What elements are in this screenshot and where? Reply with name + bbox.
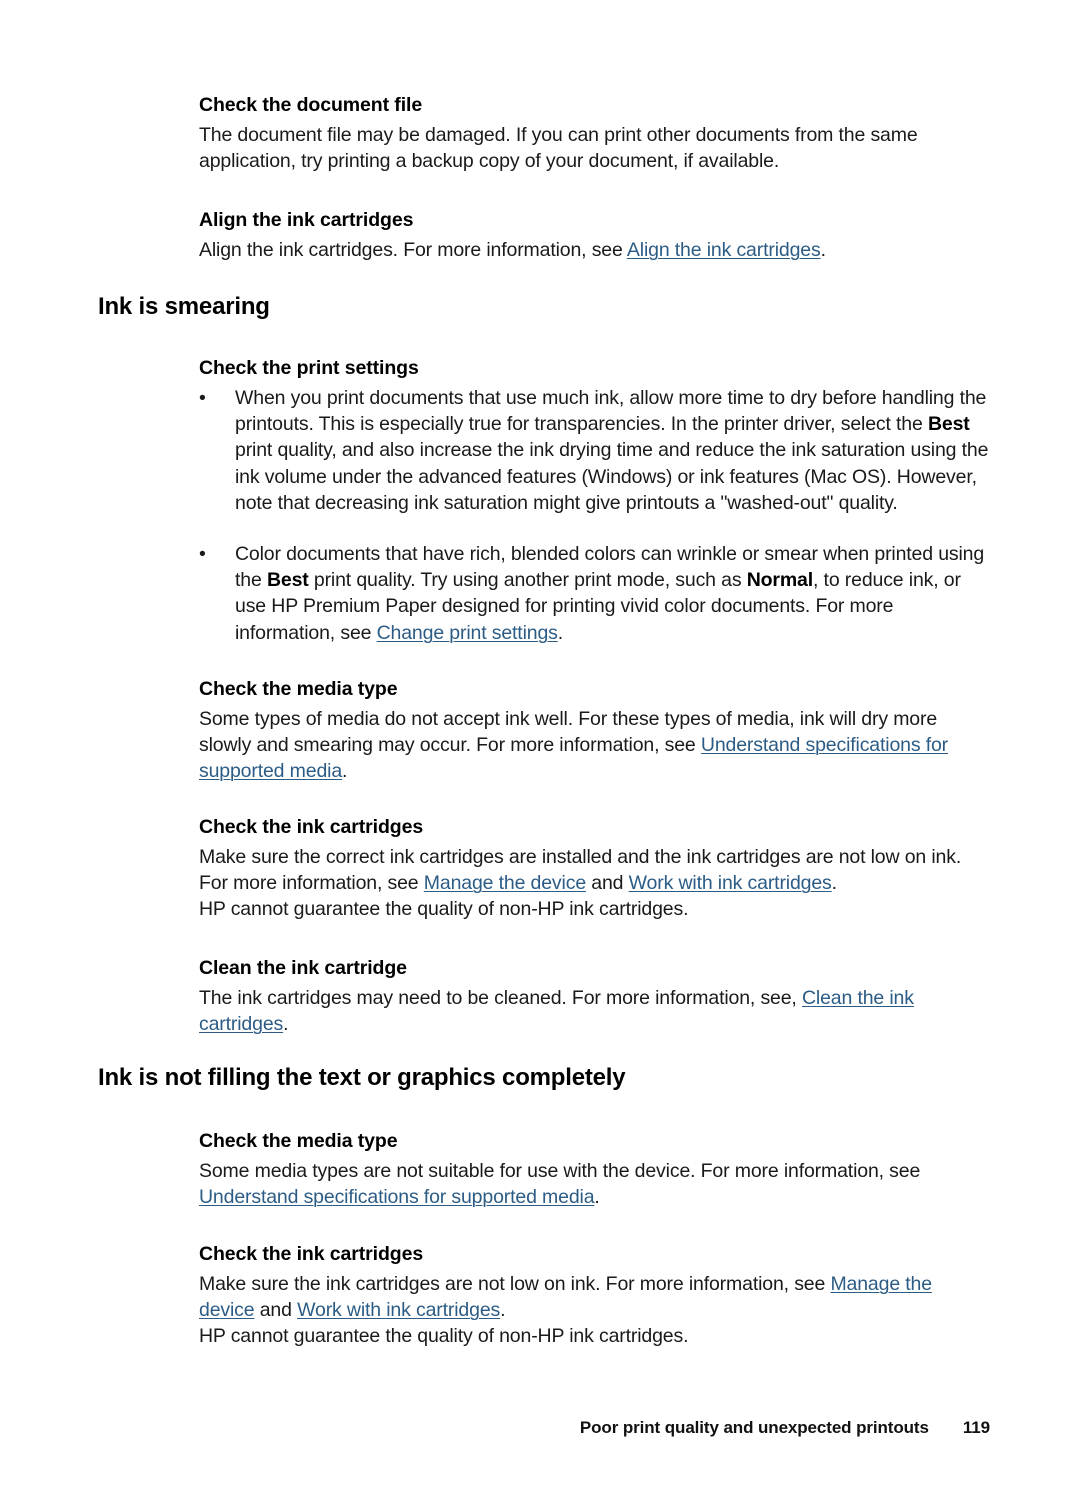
document-file-line-2: application, try printing a backup copy …	[199, 150, 780, 173]
paragraph-clean-the-ink-cartridge: The ink cartridges may need to be cleane…	[199, 985, 991, 1037]
heading-ink-is-not-filling: Ink is not filling the text or graphics …	[98, 1064, 626, 1091]
heading-ink-is-smearing: Ink is smearing	[98, 293, 270, 320]
link-understand-specifications-for-supported-media[interactable]: Understand specifications for supported …	[199, 1186, 595, 1208]
heading-check-the-document-file: Check the document file	[199, 94, 423, 116]
ink-cartridges-smearing-suffix: .	[831, 872, 837, 895]
paragraph-check-the-ink-cartridges-smearing: Make sure the correct ink cartridges are…	[199, 844, 991, 896]
media-type-filling-suffix: .	[594, 1186, 600, 1209]
paragraph-non-hp-warning-smearing: HP cannot guarantee the quality of non-H…	[199, 898, 689, 920]
heading-check-the-media-type-smearing: Check the media type	[199, 678, 398, 700]
paragraph-non-hp-warning-filling: HP cannot guarantee the quality of non-H…	[199, 1325, 689, 1347]
bullet1-part2: print quality, and also increase the ink…	[235, 439, 989, 514]
ink-cartridges-smearing-mid: and	[586, 872, 629, 895]
align-text-prefix: Align the ink cartridges. For more infor…	[199, 239, 627, 261]
document-page: Check the document file The document fil…	[0, 0, 1080, 1495]
heading-check-the-ink-cartridges-filling: Check the ink cartridges	[199, 1243, 424, 1265]
link-change-print-settings[interactable]: Change print settings	[377, 622, 558, 644]
footer-section-title: Poor print quality and unexpected printo…	[579, 1418, 929, 1437]
paragraph-check-the-media-type-smearing: Some types of media do not accept ink we…	[199, 706, 991, 785]
paragraph-check-the-ink-cartridges-filling: Make sure the ink cartridges are not low…	[199, 1271, 991, 1323]
paragraph-check-the-document-file: The document file may be damaged. If you…	[199, 122, 991, 174]
link-work-with-ink-cartridges[interactable]: Work with ink cartridges	[297, 1299, 500, 1321]
bullet2-part4: .	[557, 621, 564, 644]
page-number: 119	[962, 1418, 990, 1437]
heading-check-the-print-settings: Check the print settings	[199, 357, 419, 379]
bullet2-part2: print quality. Try using another print m…	[308, 569, 747, 592]
clean-cartridge-prefix: The ink cartridges may need to be cleane…	[199, 987, 802, 1009]
align-text-suffix: .	[820, 239, 826, 261]
heading-align-the-ink-cartridges: Align the ink cartridges	[199, 209, 414, 231]
link-work-with-ink-cartridges[interactable]: Work with ink cartridges	[629, 872, 832, 894]
bullet1-bold-best: Best	[927, 413, 970, 436]
list-item-print-settings-2: • Color documents that have rich, blende…	[199, 541, 994, 646]
heading-check-the-media-type-filling: Check the media type	[199, 1130, 398, 1152]
bullet2-bold-best: Best	[266, 569, 309, 592]
list-item-text-2: Color documents that have rich, blended …	[235, 541, 994, 646]
ink-cartridges-filling-mid: and	[254, 1299, 298, 1322]
media-type-filling-prefix: Some media types are not suitable for us…	[199, 1160, 921, 1182]
ink-cartridges-filling-suffix: .	[500, 1299, 506, 1322]
bullet-marker-icon: •	[199, 543, 206, 565]
link-align-the-ink-cartridges[interactable]: Align the ink cartridges	[627, 239, 821, 261]
link-manage-the-device[interactable]: Manage the device	[424, 872, 586, 894]
media-type-smearing-suffix: .	[342, 760, 348, 783]
page-footer: Poor print quality and unexpected printo…	[98, 1418, 990, 1438]
document-file-line-1: The document file may be damaged. If you…	[199, 124, 918, 146]
paragraph-align-the-ink-cartridges: Align the ink cartridges. For more infor…	[199, 237, 991, 263]
list-item-text-1: When you print documents that use much i…	[235, 385, 994, 516]
bullet1-part1: When you print documents that use much i…	[235, 387, 987, 436]
ink-cartridges-filling-prefix: Make sure the ink cartridges are not low…	[199, 1273, 831, 1295]
bullet-marker-icon: •	[199, 387, 206, 409]
paragraph-check-the-media-type-filling: Some media types are not suitable for us…	[199, 1158, 991, 1210]
heading-clean-the-ink-cartridge: Clean the ink cartridge	[199, 957, 407, 979]
bullet2-bold-normal: Normal	[746, 569, 814, 592]
list-item-print-settings-1: • When you print documents that use much…	[199, 385, 994, 516]
heading-check-the-ink-cartridges-smearing: Check the ink cartridges	[199, 816, 424, 838]
clean-cartridge-suffix: .	[283, 1013, 289, 1036]
